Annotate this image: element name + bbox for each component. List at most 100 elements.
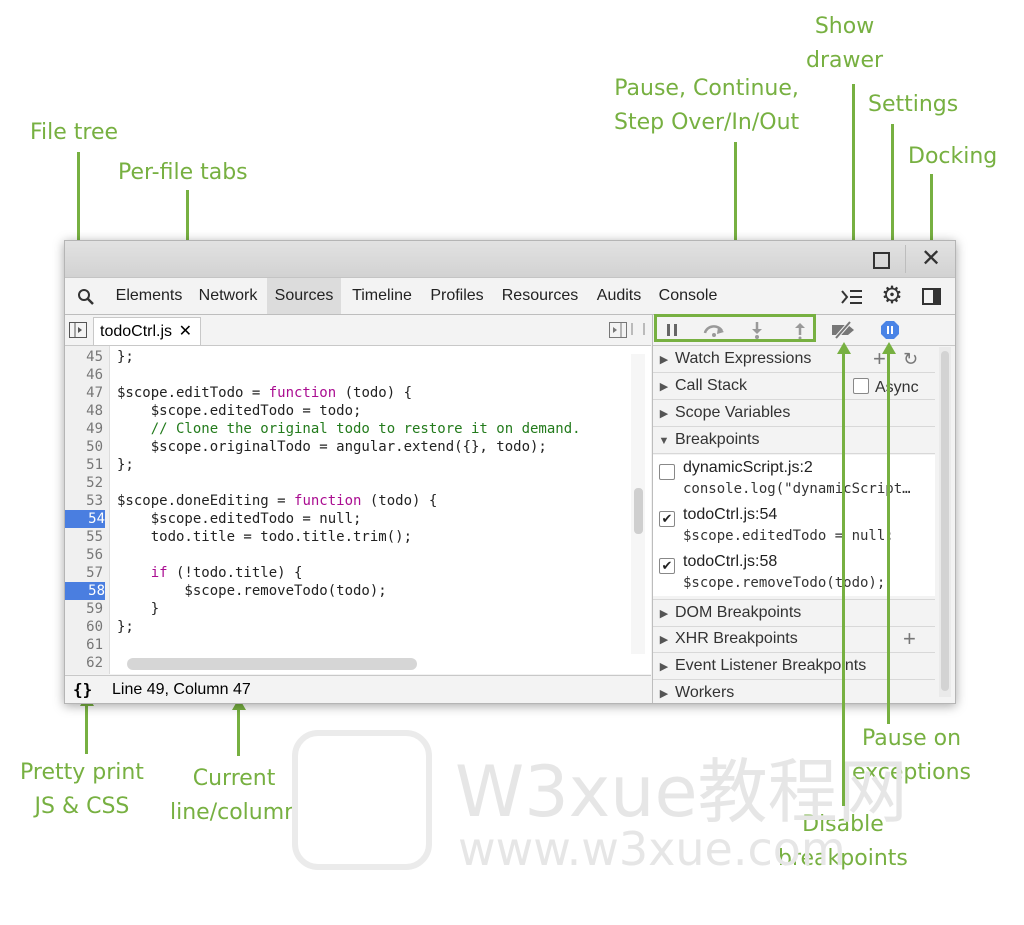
code-text: }; [117,348,134,366]
code-line: 46 [65,366,625,384]
close-icon[interactable]: ✕ [915,241,947,277]
debugger-sidebar: ▶ Watch Expressions + ↻ ▶ Call Stack Async… [652,315,955,703]
code-token: } [117,601,160,617]
tab-console[interactable]: Console [655,278,721,314]
code-text: $scope.editedTodo = null; [117,510,362,528]
devtools-window: ✕ Elements Network Sources Timeline Prof… [64,240,956,704]
code-token: $scope.doneEditing = [117,493,295,509]
code-text: $scope.editTodo = function (todo) { [117,384,412,402]
breakpoint-location: dynamicScript.js:2 [683,459,813,476]
line-number[interactable]: 55 [65,528,103,546]
line-number[interactable]: 57 [65,564,103,582]
pane-resizer-icon[interactable] [631,323,645,335]
tab-resources[interactable]: Resources [499,278,581,314]
maximize-icon[interactable] [865,241,897,277]
tab-sources[interactable]: Sources [267,278,341,314]
breakpoint-checkbox[interactable] [659,464,675,480]
code-line: 56 [65,546,625,564]
editor-vertical-scrollbar[interactable] [631,354,645,654]
breakpoints-section[interactable]: ▼ Breakpoints [653,427,935,454]
sidebar-scroll-thumb[interactable] [941,351,949,691]
async-checkbox[interactable] [853,378,869,394]
pause-controls-callout-line1: Pause, Continue, [614,76,799,101]
code-text: }; [117,618,134,636]
line-number[interactable]: 45 [65,348,103,366]
code-token: (todo) { [336,385,413,401]
pause-controls-highlight [654,314,816,342]
deactivate-breakpoints-icon[interactable] [829,315,859,345]
toggle-debugger-icon[interactable] [609,322,627,338]
pause-controls-callout: Pause, Continue, Step Over/In/Out [614,72,799,140]
workers-section[interactable]: ▶ Workers [653,680,935,703]
file-tree-toggle-icon[interactable] [69,322,87,338]
line-number[interactable]: 59 [65,600,103,618]
per-file-tabs-callout: Per-file tabs [118,160,248,185]
breakpoint-marker[interactable]: 54 [65,510,105,528]
event-listener-breakpoints-section[interactable]: ▶ Event Listener Breakpoints [653,653,935,680]
status-bar: {} Line 49, Column 47 [65,675,651,703]
code-comment: // Clone the original todo to restore it… [117,421,581,437]
pretty-print-callout: Pretty print JS & CSS [20,756,144,824]
line-number[interactable]: 47 [65,384,103,402]
code-token: }; [117,349,134,365]
current-line-callout-line2: line/column [170,800,299,825]
line-number[interactable]: 56 [65,546,103,564]
scope-variables-section[interactable]: ▶ Scope Variables [653,400,935,427]
current-line-callout-line1: Current [192,766,276,791]
file-tab-todoctrl[interactable]: todoCtrl.js ✕ [93,317,201,345]
sidebar-scrollbar[interactable] [939,347,951,697]
code-text: $scope.removeTodo(todo); [117,582,386,600]
dom-breakpoints-section[interactable]: ▶ DOM Breakpoints [653,599,935,627]
code-text: $scope.doneEditing = function (todo) { [117,492,437,510]
line-number[interactable]: 62 [65,654,103,672]
show-drawer-callout-line2: drawer [806,48,884,73]
line-number[interactable]: 60 [65,618,103,636]
file-tabstrip: todoCtrl.js ✕ [65,315,651,346]
code-line: 53 $scope.doneEditing = function (todo) { [65,492,625,510]
pause-on-exceptions-icon[interactable] [875,315,905,345]
refresh-watch-icon[interactable]: ↻ [903,346,918,372]
tab-profiles[interactable]: Profiles [427,278,487,314]
line-number[interactable]: 53 [65,492,103,510]
breakpoint-item[interactable]: ✔ todoCtrl.js:54 $scope.editedTodo = null; [653,502,935,549]
line-number[interactable]: 61 [65,636,103,654]
dock-icon[interactable] [917,278,947,314]
pause-controls-callout-line2: Step Over/In/Out [614,110,800,135]
line-number[interactable]: 46 [65,366,103,384]
editor-vertical-thumb[interactable] [634,488,643,534]
titlebar-divider [905,245,906,273]
code-text: $scope.originalTodo = angular.extend({},… [117,438,547,456]
line-number[interactable]: 52 [65,474,103,492]
code-text: todo.title = todo.title.trim(); [117,528,412,546]
breakpoint-checkbox[interactable]: ✔ [659,558,675,574]
code-line: 59 } [65,600,625,618]
tab-network[interactable]: Network [195,278,261,314]
line-number[interactable]: 51 [65,456,103,474]
code-line: 57 if (!todo.title) { [65,564,625,582]
breakpoint-item[interactable]: dynamicScript.js:2 console.log("dynamicSc… [653,455,935,502]
search-icon[interactable] [71,278,101,314]
gear-icon[interactable]: ⚙ [877,278,907,314]
code-line: 48 $scope.editedTodo = todo; [65,402,625,420]
call-stack-section[interactable]: ▶ Call Stack Async [653,373,935,400]
breakpoint-marker[interactable]: 58 [65,582,105,600]
tab-elements[interactable]: Elements [111,278,187,314]
tab-timeline[interactable]: Timeline [349,278,415,314]
breakpoint-checkbox[interactable]: ✔ [659,511,675,527]
collapsed-triangle-icon: ▶ [659,381,669,393]
tab-audits[interactable]: Audits [593,278,645,314]
breakpoint-code: console.log("dynamicScript… [683,481,911,497]
editor-horizontal-scrollbar[interactable] [127,658,417,670]
close-tab-icon[interactable]: ✕ [179,318,192,346]
xhr-breakpoints-section[interactable]: ▶ XHR Breakpoints + [653,626,935,653]
code-line: 52 [65,474,625,492]
line-number[interactable]: 50 [65,438,103,456]
pretty-print-icon[interactable]: {} [73,676,92,703]
code-editor[interactable]: 45}; 46 47 $scope.editTodo = function (todo… [65,346,651,674]
collapsed-triangle-icon: ▶ [659,354,669,366]
line-number[interactable]: 49 [65,420,103,438]
line-number[interactable]: 48 [65,402,103,420]
add-xhr-breakpoint-icon[interactable]: + [903,626,916,652]
breakpoint-item[interactable]: ✔ todoCtrl.js:58 $scope.removeTodo(todo); [653,549,935,596]
show-drawer-icon[interactable] [837,278,867,314]
